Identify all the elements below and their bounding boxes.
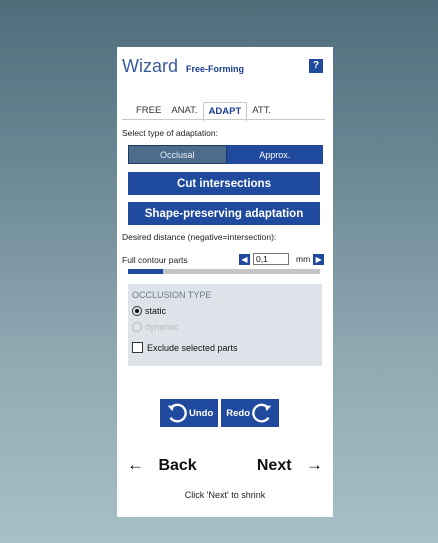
occlusion-title: OCCLUSION TYPE — [132, 290, 212, 300]
dynamic-radio[interactable]: dynamic — [132, 322, 179, 332]
approx-option[interactable]: Approx. — [226, 145, 323, 164]
wizard-title: Wizard — [122, 56, 179, 76]
back-label: Back — [158, 457, 197, 474]
next-label: Next — [256, 457, 292, 474]
exclude-checkbox[interactable]: Exclude selected parts — [132, 342, 238, 353]
radio-unchecked-icon — [132, 322, 142, 332]
undo-icon — [167, 403, 187, 423]
help-button[interactable]: ? — [309, 59, 323, 73]
redo-label: Redo — [226, 407, 251, 419]
static-label: static — [145, 306, 167, 316]
distance-label: Desired distance (negative=intersection)… — [122, 232, 277, 242]
distance-slider[interactable] — [128, 269, 320, 274]
redo-button[interactable]: Redo — [221, 399, 280, 427]
contour-label: Full contour parts — [122, 255, 188, 265]
shape-preserving-button[interactable]: Shape-preserving adaptation — [128, 202, 320, 225]
distance-stepper: ◀ 0,1 mm ▶ — [239, 253, 325, 265]
wizard-subtitle: Free-Forming — [186, 64, 245, 74]
redo-icon — [252, 403, 272, 423]
undo-label: Undo — [189, 407, 214, 419]
cut-intersections-button[interactable]: Cut intersections — [128, 172, 320, 195]
next-arrow-icon: → — [306, 455, 323, 474]
history-controls: Undo Redo — [160, 399, 280, 427]
occlusion-group: OCCLUSION TYPE static dynamic Exclude se… — [128, 284, 322, 366]
back-button[interactable]: ← Back — [127, 455, 197, 475]
occlusal-option[interactable]: Occlusal — [128, 145, 227, 164]
adaptation-selector: Occlusal Approx. — [128, 145, 323, 164]
distance-slider-fill — [128, 269, 163, 274]
wizard-panel: Wizard Free-Forming ? FREE ANAT. ADAPT A… — [117, 47, 333, 517]
distance-input[interactable]: 0,1 — [253, 253, 289, 265]
hint-text: Click 'Next' to shrink — [184, 490, 266, 500]
wizard-header: Wizard Free-Forming — [122, 56, 244, 77]
static-radio[interactable]: static — [132, 306, 166, 316]
next-button[interactable]: Next → — [257, 455, 323, 475]
undo-button[interactable]: Undo — [160, 399, 219, 427]
dynamic-label: dynamic — [145, 322, 179, 332]
exclude-label: Exclude selected parts — [147, 342, 238, 353]
tab-divider — [122, 119, 325, 120]
checkbox-icon — [132, 342, 143, 353]
radio-checked-icon — [132, 306, 142, 316]
adaptation-prompt: Select type of adaptation: — [122, 128, 218, 138]
decrement-arrow-icon[interactable]: ◀ — [239, 253, 250, 265]
distance-unit: mm — [296, 254, 311, 264]
wizard-navigation: ← Back Next → — [127, 455, 323, 475]
increment-arrow-icon[interactable]: ▶ — [313, 253, 325, 265]
back-arrow-icon: ← — [127, 455, 144, 474]
